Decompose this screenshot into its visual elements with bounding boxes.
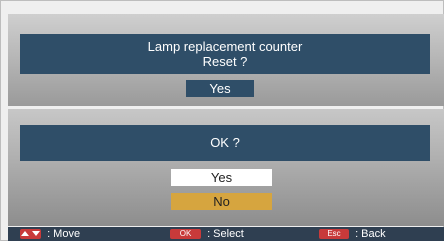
ok-key[interactable]: OK <box>170 229 201 239</box>
reset-question: Reset ? <box>202 54 248 69</box>
select-hint: OK : Select <box>170 227 244 241</box>
up-arrow-icon <box>21 231 30 236</box>
move-hint: : Move <box>20 227 80 241</box>
no-option[interactable]: No <box>171 193 272 210</box>
lamp-counter-title: Lamp replacement counter <box>147 39 303 54</box>
move-label: : Move <box>47 228 81 240</box>
confirm-message: OK ? <box>20 125 430 161</box>
footer-bar: : Move OK : Select Esc : Back <box>8 227 444 241</box>
yes-option[interactable]: Yes <box>171 169 272 186</box>
down-arrow-icon <box>31 231 40 236</box>
back-label: : Back <box>355 228 386 240</box>
reset-selected-value[interactable]: Yes <box>186 80 254 97</box>
back-hint: Esc : Back <box>319 227 386 241</box>
esc-key[interactable]: Esc <box>319 229 349 239</box>
reset-counter-message: Lamp replacement counter Reset ? <box>20 34 430 74</box>
move-key <box>20 229 41 239</box>
select-label: : Select <box>207 228 244 240</box>
